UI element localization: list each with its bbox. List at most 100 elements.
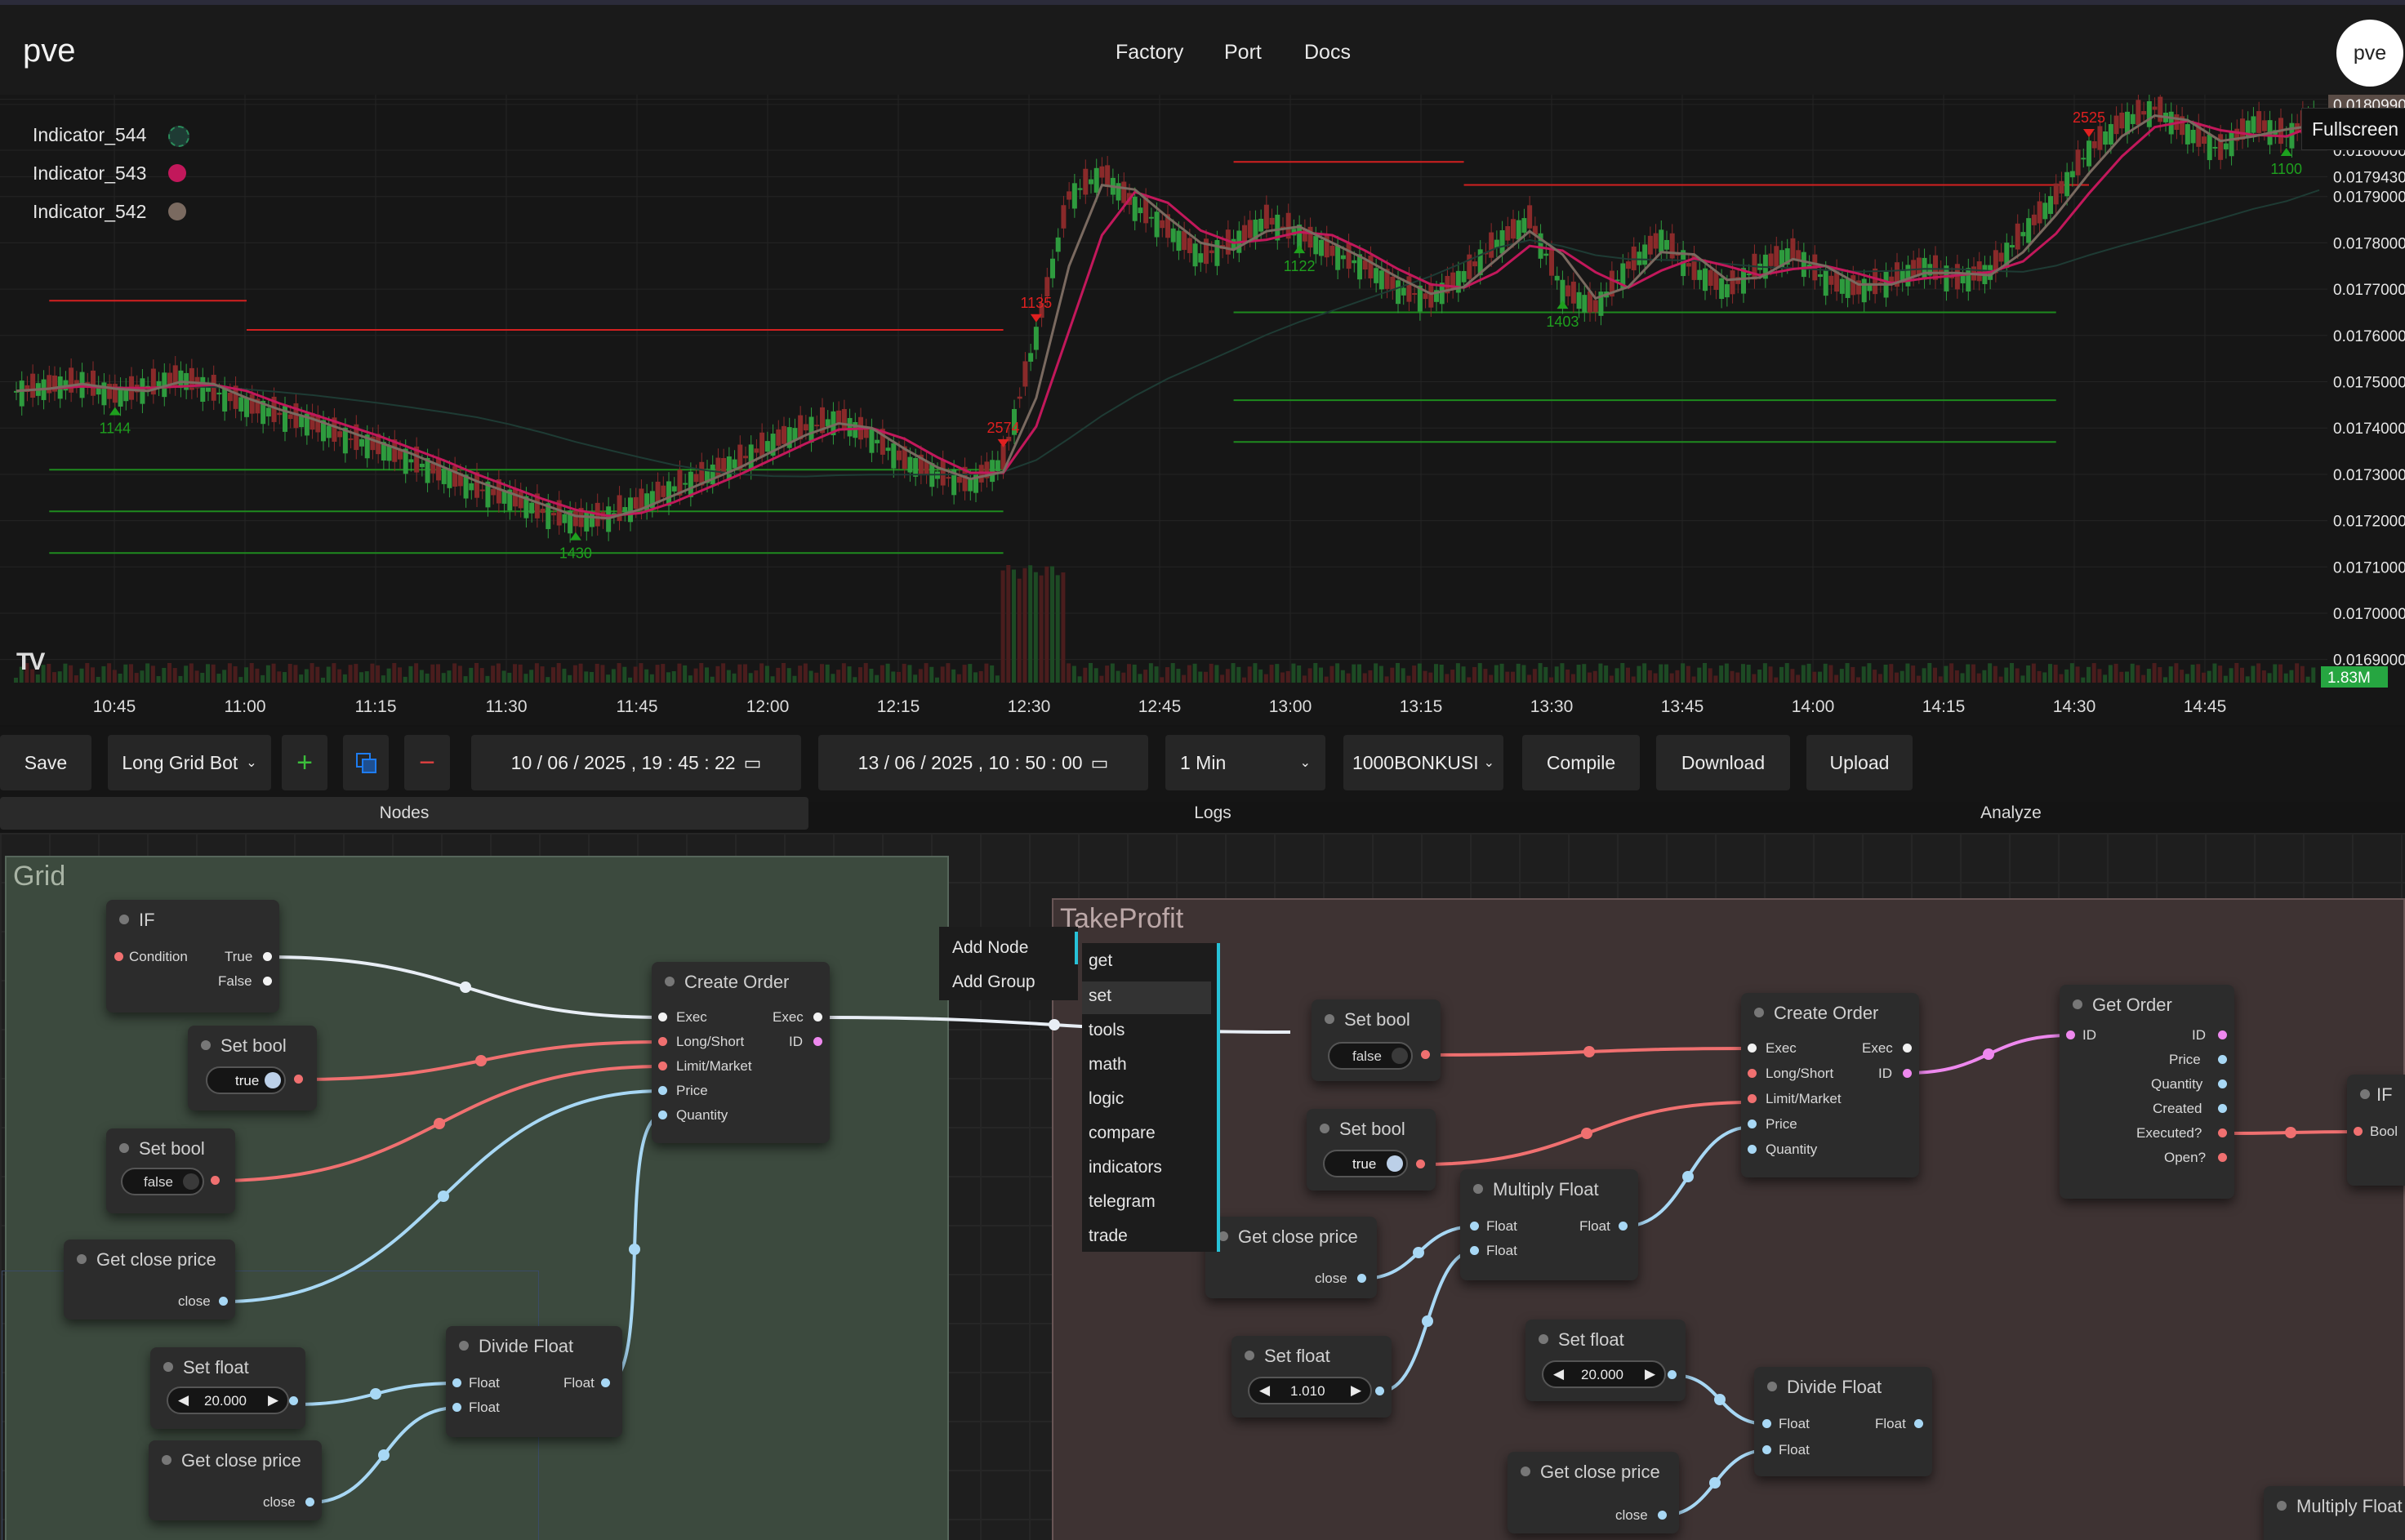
output-pin[interactable] [2218, 1153, 2227, 1162]
wire-midpoint-handle[interactable] [434, 1118, 445, 1129]
symbol-select[interactable]: 1000BONKUSI ⌄ [1343, 735, 1503, 790]
decrement-icon[interactable]: ◀ [178, 1392, 189, 1409]
calendar-icon[interactable]: ▭ [1091, 752, 1109, 774]
output-pin[interactable] [305, 1498, 314, 1507]
output-pin[interactable] [2218, 1030, 2227, 1039]
node-set-float[interactable]: Set float ◀ 1.010 ▶ [1231, 1336, 1392, 1418]
input-pin[interactable] [658, 1110, 667, 1119]
submenu-item-indicators[interactable]: indicators [1089, 1158, 1162, 1177]
menu-item-add-node[interactable]: Add Node [952, 938, 1028, 958]
wire-midpoint-handle[interactable] [2285, 1127, 2296, 1138]
node-if[interactable]: IF Condition True False [106, 900, 279, 1013]
wire-midpoint-handle[interactable] [1049, 1019, 1060, 1030]
price-chart[interactable]: 10:45 11:00 11:15 11:30 11:45 12:00 12:15 12:30… [0, 95, 2405, 725]
submenu-item-trade[interactable]: trade [1089, 1226, 1128, 1246]
input-pin[interactable] [452, 1378, 461, 1387]
input-pin[interactable] [1470, 1222, 1479, 1231]
output-pin[interactable] [601, 1378, 610, 1387]
input-pin[interactable] [658, 1062, 667, 1070]
output-pin[interactable] [2218, 1079, 2227, 1088]
output-pin[interactable] [1619, 1222, 1628, 1231]
wire-midpoint-handle[interactable] [438, 1191, 449, 1202]
node-get-close-price[interactable]: Get close price close [149, 1440, 322, 1520]
user-avatar[interactable]: pve [2336, 20, 2403, 87]
wire-midpoint-handle[interactable] [1714, 1394, 1726, 1405]
node-divide-float[interactable]: Divide Float Float Float Float [1754, 1367, 1932, 1476]
legend-item[interactable]: Indicator_543 [33, 162, 186, 185]
nav-port[interactable]: Port [1224, 41, 1262, 65]
legend-item[interactable]: Indicator_544 [33, 124, 189, 147]
wire-midpoint-handle[interactable] [460, 981, 471, 993]
submenu-item-math[interactable]: math [1089, 1055, 1127, 1075]
output-pin[interactable] [2218, 1104, 2227, 1113]
submenu-item-tools[interactable]: tools [1089, 1021, 1125, 1040]
node-multiply-float[interactable]: Multiply Float Float Float Float [1460, 1169, 1638, 1280]
output-pin[interactable] [813, 1037, 822, 1046]
wire-midpoint-handle[interactable] [629, 1244, 640, 1255]
output-pin[interactable] [2218, 1128, 2227, 1137]
menu-item-add-group[interactable]: Add Group [952, 973, 1035, 992]
submenu-item-compare[interactable]: compare [1089, 1124, 1156, 1143]
node-multiply-float[interactable]: Multiply Float [2264, 1486, 2405, 1540]
fullscreen-button[interactable]: Fullscreen [2301, 108, 2405, 150]
input-pin[interactable] [1748, 1119, 1757, 1128]
node-get-order[interactable]: Get Order ID ID Price Quantity Created E… [2060, 985, 2234, 1199]
wire-midpoint-handle[interactable] [378, 1449, 390, 1461]
start-date-input[interactable]: 10 / 06 / 2025 , 19 : 45 : 22 ▭ [471, 735, 801, 790]
node-set-bool[interactable]: Set bool true [1307, 1109, 1436, 1191]
input-pin[interactable] [1762, 1445, 1771, 1454]
output-pin[interactable] [263, 952, 272, 961]
save-button[interactable]: Save [0, 735, 91, 790]
input-pin[interactable] [1748, 1094, 1757, 1103]
output-pin[interactable] [2218, 1055, 2227, 1064]
output-pin[interactable] [1416, 1159, 1425, 1168]
float-stepper[interactable]: ◀ 20.000 ▶ [1542, 1360, 1666, 1388]
compile-button[interactable]: Compile [1522, 735, 1640, 790]
app-brand[interactable]: pve [23, 33, 76, 69]
output-pin[interactable] [211, 1176, 220, 1185]
increment-icon[interactable]: ▶ [1351, 1382, 1361, 1399]
wire-midpoint-handle[interactable] [1413, 1247, 1424, 1258]
bool-toggle[interactable]: false [1328, 1042, 1413, 1070]
legend-item[interactable]: Indicator_542 [33, 201, 186, 223]
submenu-item-telegram[interactable]: telegram [1089, 1192, 1156, 1212]
wire-midpoint-handle[interactable] [1682, 1171, 1694, 1182]
wire-midpoint-handle[interactable] [1581, 1128, 1592, 1139]
node-get-close-price[interactable]: Get close price close [1205, 1217, 1377, 1298]
duplicate-bot-button[interactable] [343, 735, 389, 790]
input-pin[interactable] [658, 1013, 667, 1021]
node-get-close-price[interactable]: Get close price close [64, 1240, 235, 1320]
output-pin[interactable] [1903, 1044, 1912, 1053]
node-set-float[interactable]: Set float ◀ 20.000 ▶ [1525, 1320, 1686, 1401]
remove-bot-button[interactable]: − [404, 735, 450, 790]
tab-logs[interactable]: Logs [808, 797, 1617, 830]
input-pin[interactable] [2354, 1127, 2363, 1136]
decrement-icon[interactable]: ◀ [1553, 1366, 1564, 1382]
calendar-icon[interactable]: ▭ [744, 752, 762, 774]
input-pin[interactable] [2066, 1030, 2075, 1039]
float-stepper[interactable]: ◀ 1.010 ▶ [1248, 1377, 1372, 1404]
chart-canvas[interactable]: 10:45 11:00 11:15 11:30 11:45 12:00 12:15 12:30… [0, 95, 2405, 725]
bool-toggle[interactable]: false [121, 1168, 204, 1195]
node-get-close-price[interactable]: Get close price close [1508, 1452, 1679, 1533]
increment-icon[interactable]: ▶ [268, 1392, 278, 1409]
output-pin[interactable] [1903, 1069, 1912, 1078]
input-pin[interactable] [1748, 1069, 1757, 1078]
output-pin[interactable] [294, 1075, 303, 1084]
input-pin[interactable] [452, 1403, 461, 1412]
input-pin[interactable] [1748, 1044, 1757, 1053]
increment-icon[interactable]: ▶ [1645, 1366, 1655, 1382]
add-bot-button[interactable]: + [282, 735, 327, 790]
input-pin[interactable] [1748, 1145, 1757, 1154]
output-pin[interactable] [1421, 1050, 1430, 1059]
input-pin[interactable] [1762, 1419, 1771, 1428]
input-pin[interactable] [658, 1086, 667, 1095]
end-date-input[interactable]: 13 / 06 / 2025 , 10 : 50 : 00 ▭ [818, 735, 1148, 790]
decrement-icon[interactable]: ◀ [1259, 1382, 1270, 1399]
tab-analyze[interactable]: Analyze [1617, 797, 2405, 830]
submenu-item-get[interactable]: get [1089, 951, 1112, 971]
nav-factory[interactable]: Factory [1116, 41, 1183, 65]
node-create-order[interactable]: Create Order Exec Exec Long/Short ID Lim… [652, 962, 830, 1143]
wire-midpoint-handle[interactable] [1422, 1315, 1433, 1327]
node-set-bool[interactable]: Set bool false [1312, 999, 1441, 1081]
